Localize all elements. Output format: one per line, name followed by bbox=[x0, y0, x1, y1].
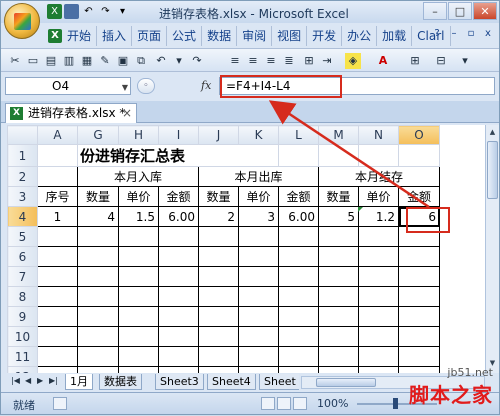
annotation-arrow bbox=[268, 100, 430, 209]
office-logo-icon bbox=[14, 13, 31, 30]
first-sheet-icon[interactable]: |◀ bbox=[11, 376, 20, 385]
sheet-tab-1[interactable]: 1月 bbox=[65, 374, 93, 390]
prev-sheet-icon[interactable]: ◀ bbox=[25, 376, 31, 385]
sheet-tab-5[interactable]: Sheet bbox=[259, 374, 299, 390]
zoom-slider-thumb[interactable] bbox=[393, 398, 398, 409]
status-ready: 就绪 bbox=[13, 399, 35, 412]
page-layout-view-icon[interactable] bbox=[277, 397, 291, 410]
excel-window: X ↶ ↷ ▾ 进销存表格.xlsx - Microsoft Excel – □… bbox=[0, 0, 500, 415]
sheet-tab-2[interactable]: 数据表 bbox=[99, 374, 142, 390]
office-button[interactable] bbox=[4, 3, 40, 39]
next-sheet-icon[interactable]: ▶ bbox=[37, 376, 43, 385]
horizontal-scroll-thumb[interactable] bbox=[316, 378, 376, 387]
watermark-brand: 脚本之家 bbox=[409, 383, 493, 407]
last-sheet-icon[interactable]: ▶| bbox=[49, 376, 58, 385]
macro-record-icon[interactable] bbox=[53, 397, 67, 410]
watermark-site: jb51.net bbox=[447, 366, 493, 379]
sheet-tab-3[interactable]: Sheet3 bbox=[155, 374, 204, 390]
page-break-view-icon[interactable] bbox=[293, 397, 307, 410]
sheet-tab-4[interactable]: Sheet4 bbox=[207, 374, 256, 390]
zoom-level[interactable]: 100% bbox=[317, 397, 348, 410]
view-buttons bbox=[261, 397, 307, 410]
watermark: jb51.net 脚本之家 bbox=[409, 366, 493, 408]
normal-view-icon[interactable] bbox=[261, 397, 275, 410]
sheet-tabbar: |◀ ◀ ▶ ▶| 1月 数据表 Sheet3 Sheet4 Sheet bbox=[7, 374, 299, 390]
